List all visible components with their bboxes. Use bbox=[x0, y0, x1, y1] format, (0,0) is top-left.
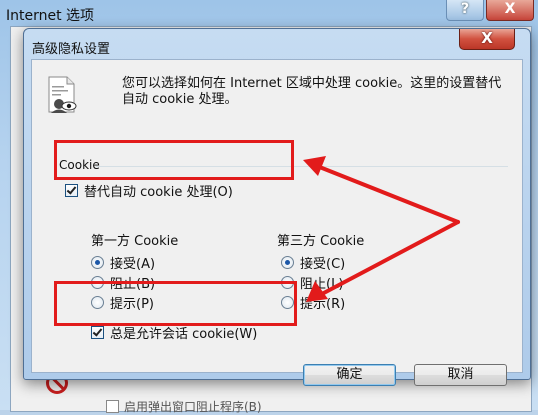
arrow-head-upper bbox=[303, 156, 326, 176]
arrow-icon bbox=[318, 220, 460, 297]
arrow-icon bbox=[315, 164, 460, 224]
annotation-arrows bbox=[303, 156, 460, 302]
